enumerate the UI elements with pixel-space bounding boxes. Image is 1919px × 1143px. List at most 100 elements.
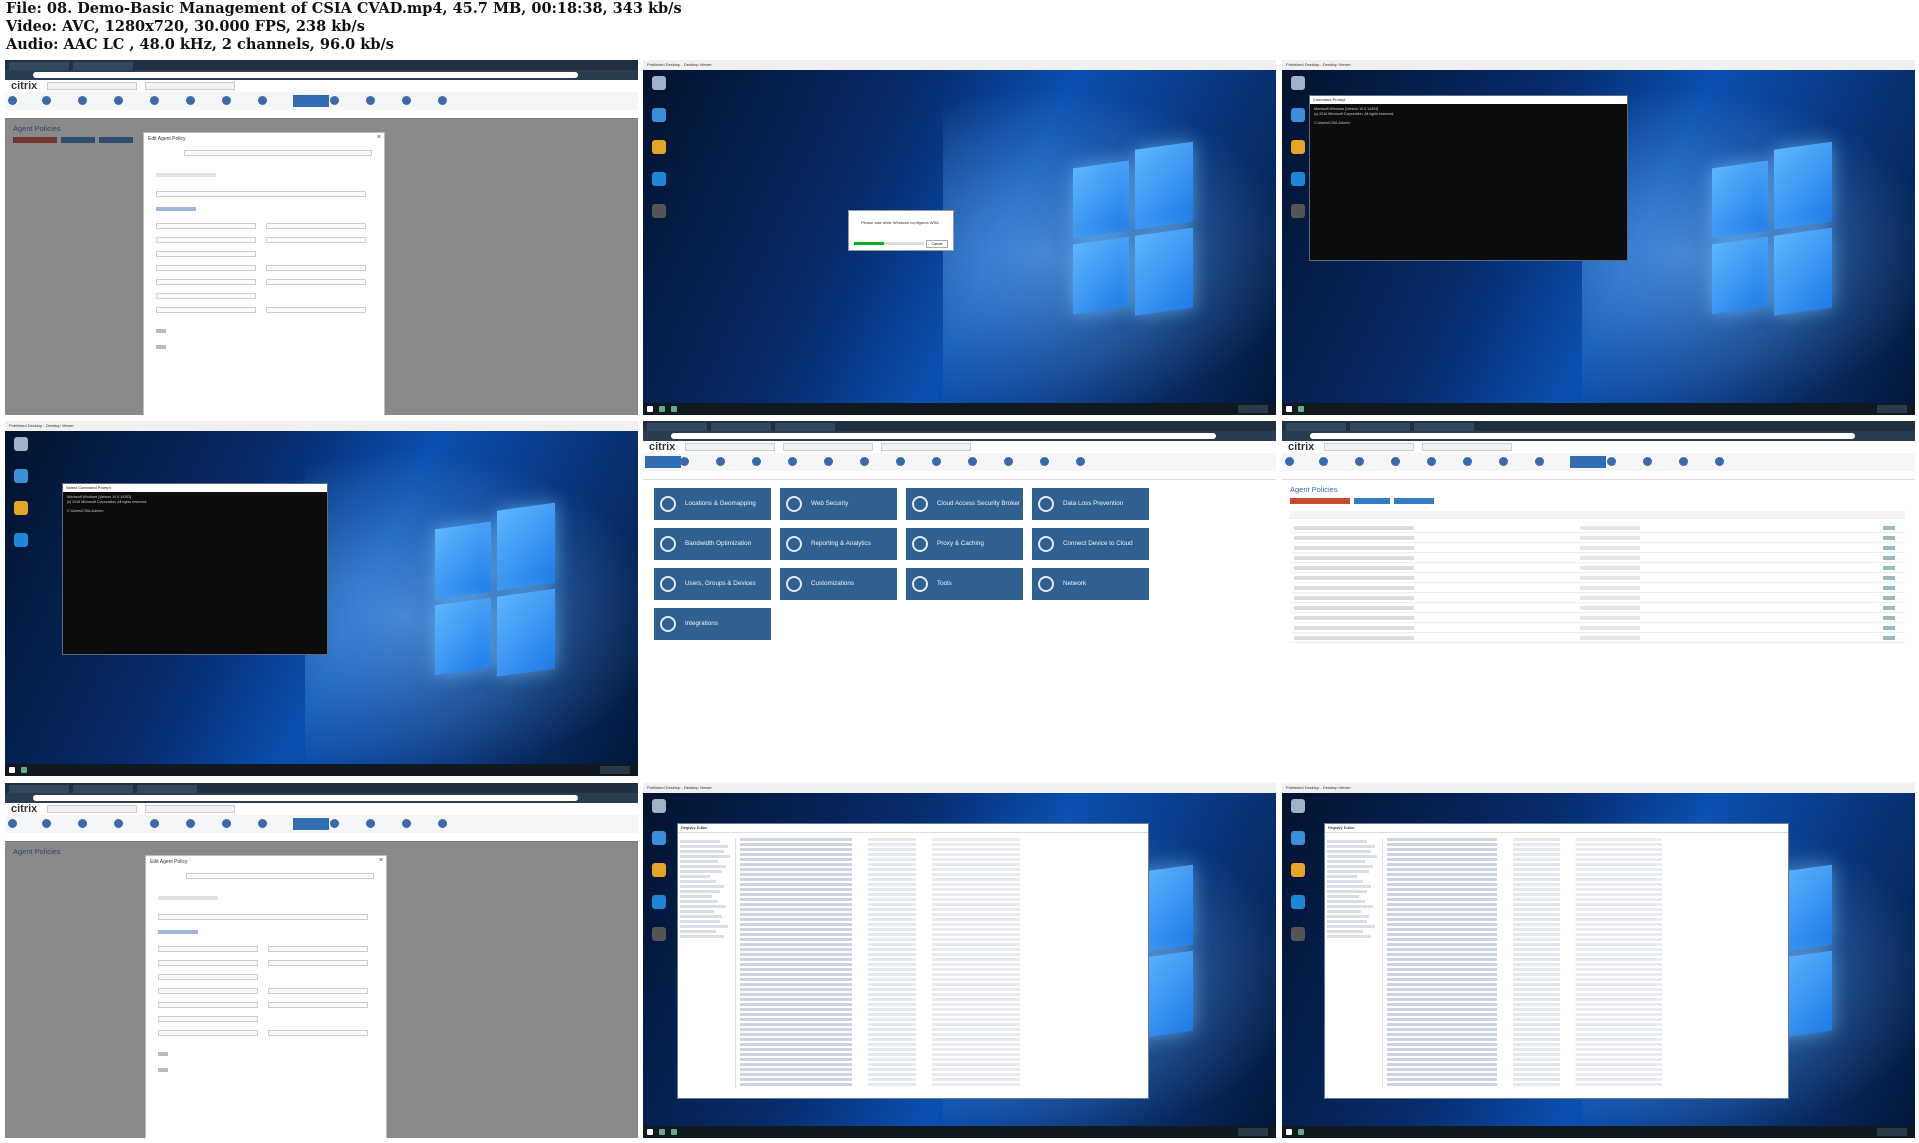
recycle-bin-icon[interactable] bbox=[652, 76, 666, 90]
table-row[interactable] bbox=[1290, 525, 1905, 533]
nav-item-connect-device[interactable] bbox=[293, 95, 329, 107]
group-select[interactable] bbox=[783, 443, 873, 451]
table-row[interactable] bbox=[1290, 565, 1905, 573]
setting-select[interactable] bbox=[266, 237, 366, 243]
tile-users-groups-devices[interactable]: Users, Groups & Devices bbox=[654, 568, 771, 600]
setting-select[interactable] bbox=[156, 293, 256, 299]
nav-item[interactable] bbox=[149, 95, 185, 107]
setting-select[interactable] bbox=[156, 307, 256, 313]
edge-icon[interactable] bbox=[1291, 895, 1305, 909]
terminal-icon[interactable] bbox=[652, 204, 666, 218]
tile-data-loss-prevention[interactable]: Data Loss Prevention bbox=[1032, 488, 1149, 520]
registry-tree[interactable] bbox=[1327, 838, 1383, 1088]
nav-item-home[interactable] bbox=[645, 456, 681, 468]
nav-item[interactable] bbox=[1075, 456, 1111, 468]
tile-web-security[interactable]: Web Security bbox=[780, 488, 897, 520]
citrix-workspace-icon[interactable] bbox=[652, 108, 666, 122]
nav-item[interactable] bbox=[257, 818, 293, 830]
nav-item[interactable] bbox=[113, 95, 149, 107]
setting-select[interactable] bbox=[268, 988, 368, 994]
tile-network[interactable]: Network bbox=[1032, 568, 1149, 600]
nav-item[interactable] bbox=[113, 818, 149, 830]
table-row[interactable] bbox=[1290, 605, 1905, 613]
nav-item[interactable] bbox=[1284, 456, 1320, 468]
browser-tab[interactable] bbox=[647, 423, 707, 431]
show-settings-select[interactable] bbox=[156, 191, 366, 197]
nav-item-connect-device[interactable] bbox=[1570, 456, 1606, 468]
browser-tab[interactable] bbox=[73, 62, 133, 70]
address-bar[interactable] bbox=[5, 70, 638, 80]
nav-item[interactable] bbox=[7, 818, 43, 830]
browser-tab[interactable] bbox=[137, 785, 197, 793]
browser-tabs[interactable] bbox=[5, 60, 638, 70]
show-settings-select[interactable] bbox=[158, 914, 368, 920]
address-bar[interactable] bbox=[643, 431, 1276, 441]
policy-select[interactable] bbox=[881, 443, 971, 451]
setting-select[interactable] bbox=[158, 974, 258, 980]
address-bar[interactable] bbox=[1282, 431, 1915, 441]
nav-item[interactable] bbox=[257, 95, 293, 107]
nav-item[interactable] bbox=[1354, 456, 1390, 468]
browser-tab[interactable] bbox=[73, 785, 133, 793]
browser-tab[interactable] bbox=[711, 423, 771, 431]
nav-item[interactable] bbox=[967, 456, 1003, 468]
recycle-bin-icon[interactable] bbox=[1291, 76, 1305, 90]
setting-select[interactable] bbox=[158, 988, 258, 994]
nav-item[interactable] bbox=[185, 95, 221, 107]
terminal-icon[interactable] bbox=[652, 927, 666, 941]
recycle-bin-icon[interactable] bbox=[1291, 799, 1305, 813]
action-button[interactable] bbox=[1354, 498, 1390, 504]
toggle-switch[interactable] bbox=[156, 345, 166, 349]
nav-item[interactable] bbox=[329, 95, 365, 107]
citrix-workspace-icon[interactable] bbox=[14, 469, 28, 483]
setting-select[interactable] bbox=[268, 960, 368, 966]
group-select[interactable] bbox=[145, 82, 235, 90]
command-prompt-window[interactable]: Command Prompt Microsoft Windows [Versio… bbox=[1309, 95, 1628, 261]
setting-select[interactable] bbox=[266, 265, 366, 271]
tile-reporting-analytics[interactable]: Reporting & Analytics bbox=[780, 528, 897, 560]
taskbar-app[interactable] bbox=[1298, 1129, 1304, 1135]
start-icon[interactable] bbox=[9, 767, 15, 773]
nav-item[interactable] bbox=[1714, 456, 1750, 468]
account-select[interactable] bbox=[685, 443, 775, 451]
nav-item[interactable] bbox=[1534, 456, 1570, 468]
tile-proxy-caching[interactable]: Proxy & Caching bbox=[906, 528, 1023, 560]
tile-bandwidth-optimization[interactable]: Bandwidth Optimization bbox=[654, 528, 771, 560]
taskbar-app[interactable] bbox=[659, 406, 665, 412]
tile-customizations[interactable]: Customizations bbox=[780, 568, 897, 600]
nav-item[interactable] bbox=[1003, 456, 1039, 468]
nav-item[interactable] bbox=[329, 818, 365, 830]
chrome-icon[interactable] bbox=[652, 140, 666, 154]
close-icon[interactable]: × bbox=[377, 134, 381, 141]
action-button[interactable] bbox=[1394, 498, 1434, 504]
nav-item[interactable] bbox=[1642, 456, 1678, 468]
nav-item[interactable] bbox=[41, 95, 77, 107]
nav-item[interactable] bbox=[7, 95, 43, 107]
nav-item[interactable] bbox=[41, 818, 77, 830]
nav-item[interactable] bbox=[1678, 456, 1714, 468]
start-icon[interactable] bbox=[1286, 406, 1292, 412]
nav-item-connect-device[interactable] bbox=[293, 818, 329, 830]
table-row[interactable] bbox=[1290, 535, 1905, 543]
recycle-bin-icon[interactable] bbox=[652, 799, 666, 813]
taskbar-app[interactable] bbox=[671, 1129, 677, 1135]
taskbar-app[interactable] bbox=[1298, 406, 1304, 412]
account-select[interactable] bbox=[1324, 443, 1414, 451]
chrome-icon[interactable] bbox=[14, 501, 28, 515]
setting-select[interactable] bbox=[266, 223, 366, 229]
nav-item[interactable] bbox=[679, 456, 715, 468]
setting-select[interactable] bbox=[268, 946, 368, 952]
nav-item[interactable] bbox=[1039, 456, 1075, 468]
terminal-icon[interactable] bbox=[1291, 204, 1305, 218]
tile-locations-geomapping[interactable]: Locations & Geomapping bbox=[654, 488, 771, 520]
nav-item[interactable] bbox=[185, 818, 221, 830]
setting-select[interactable] bbox=[158, 1016, 258, 1022]
url-field[interactable] bbox=[1310, 433, 1855, 439]
setting-select[interactable] bbox=[156, 265, 256, 271]
nav-item[interactable] bbox=[715, 456, 751, 468]
nav-item[interactable] bbox=[859, 456, 895, 468]
nav-item[interactable] bbox=[1390, 456, 1426, 468]
close-icon[interactable]: × bbox=[379, 857, 383, 864]
table-row[interactable] bbox=[1290, 595, 1905, 603]
nav-item[interactable] bbox=[1606, 456, 1642, 468]
